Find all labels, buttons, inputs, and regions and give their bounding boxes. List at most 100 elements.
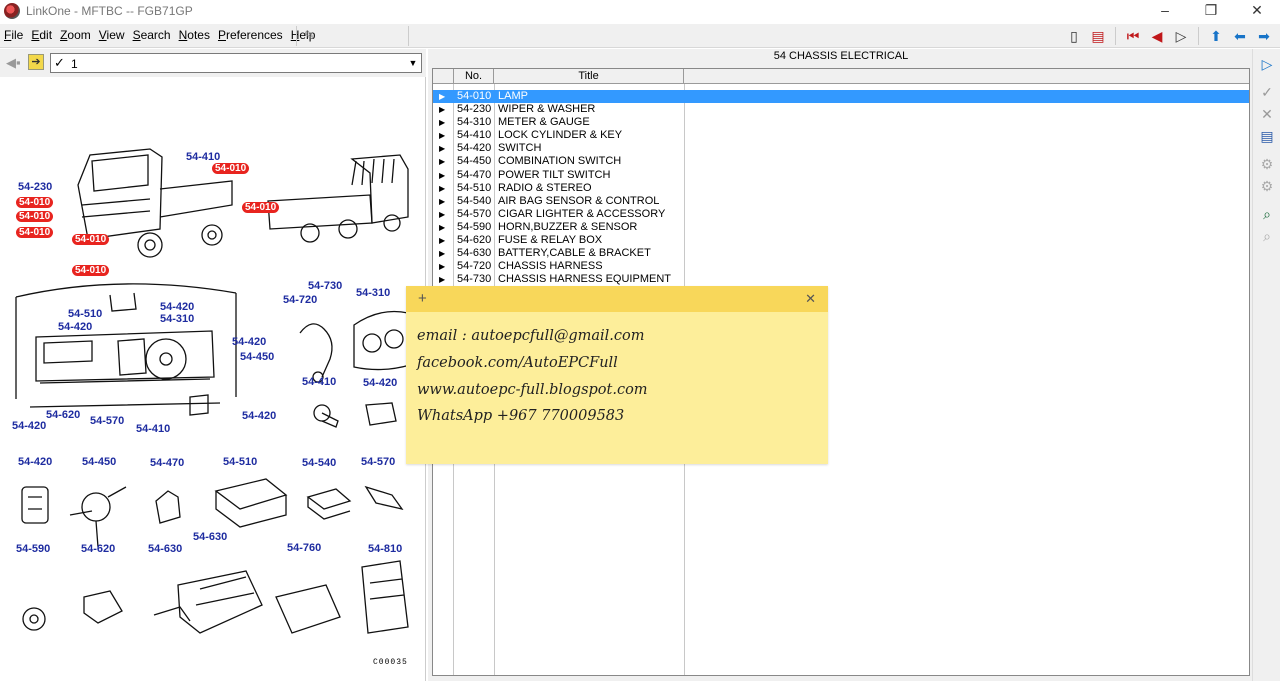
table-row[interactable]: ▶ 54-420 SWITCH (433, 142, 1249, 155)
table-row[interactable]: ▶ 54-570 CIGAR LIGHTER & ACCESSORY (433, 208, 1249, 221)
callout-54-420[interactable]: 54-420 (363, 377, 397, 389)
expand-arrow-icon[interactable]: ▶ (439, 273, 445, 286)
menu-file[interactable]: File (4, 28, 23, 42)
callout-54-410[interactable]: 54-410 (136, 423, 170, 435)
callout-54-570[interactable]: 54-570 (361, 456, 395, 468)
remove-from-cart-icon[interactable]: ⚙ (1258, 177, 1276, 195)
minimize-button[interactable]: – (1142, 0, 1188, 22)
back-icon[interactable]: ◀▪ (6, 55, 21, 71)
expand-arrow-icon[interactable]: ▶ (439, 208, 445, 221)
expand-arrow-icon[interactable]: ▶ (439, 129, 445, 142)
callout-54-420[interactable]: 54-420 (58, 321, 92, 333)
callout-54-470[interactable]: 54-470 (150, 457, 184, 469)
menu-edit[interactable]: Edit (31, 28, 52, 42)
expand-arrow-icon[interactable]: ▶ (439, 103, 445, 116)
table-row[interactable]: ▶ 54-230 WIPER & WASHER (433, 103, 1249, 116)
callout-54-450[interactable]: 54-450 (82, 456, 116, 468)
expand-arrow-icon[interactable]: ▶ (439, 90, 445, 103)
table-row[interactable]: ▶ 54-620 FUSE & RELAY BOX (433, 234, 1249, 247)
restore-button[interactable]: ❐ (1188, 0, 1234, 22)
callout-54-310[interactable]: 54-310 (356, 287, 390, 299)
expand-arrow-icon[interactable]: ▶ (439, 247, 445, 260)
checkmark-icon[interactable]: ✓ (1258, 83, 1276, 101)
table-row[interactable]: ▶ 54-470 POWER TILT SWITCH (433, 169, 1249, 182)
callout-54-720[interactable]: 54-720 (283, 294, 317, 306)
expand-arrow-icon[interactable]: ▶ (439, 182, 445, 195)
table-row[interactable]: ▶ 54-590 HORN,BUZZER & SENSOR (433, 221, 1249, 234)
expand-arrow-icon[interactable]: ▶ (439, 116, 445, 129)
callout-54-010[interactable]: 54-010 (16, 211, 54, 222)
expand-arrow-icon[interactable]: ▶ (439, 221, 445, 234)
table-row[interactable]: ▶ 54-010 LAMP (433, 90, 1249, 104)
menu-view[interactable]: View (99, 28, 125, 42)
callout-54-010[interactable]: 54-010 (212, 163, 250, 174)
add-to-cart-icon[interactable]: ⚙ (1258, 155, 1276, 173)
delete-icon[interactable]: ✕ (1258, 105, 1276, 123)
callout-54-620[interactable]: 54-620 (46, 409, 80, 421)
up-level-icon[interactable]: ⬆ (1206, 27, 1226, 45)
previous-page-icon[interactable]: ◀ (1147, 27, 1167, 45)
binoculars-icon[interactable]: ⌕ (1258, 205, 1276, 223)
callout-54-760[interactable]: 54-760 (287, 542, 321, 554)
callout-54-420[interactable]: 54-420 (242, 410, 276, 422)
table-row[interactable]: ▶ 54-720 CHASSIS HARNESS (433, 260, 1249, 273)
close-note-button[interactable]: ✕ (805, 291, 816, 307)
menu-notes[interactable]: Notes (179, 28, 210, 42)
menu-zoom[interactable]: Zoom (60, 28, 91, 42)
add-note-button[interactable]: + (418, 290, 427, 307)
magnifier-icon[interactable]: ⌕ (1258, 227, 1276, 245)
back-arrow-icon[interactable]: ⬅ (1230, 27, 1250, 45)
callout-54-010[interactable]: 54-010 (16, 197, 54, 208)
table-row[interactable]: ▶ 54-310 METER & GAUGE (433, 116, 1249, 129)
callout-54-230[interactable]: 54-230 (18, 181, 52, 193)
forward-icon[interactable]: ➔ (28, 54, 44, 70)
column-header-title[interactable]: Title (494, 69, 684, 84)
callout-54-510[interactable]: 54-510 (68, 308, 102, 320)
menu-preferences[interactable]: Preferences (218, 28, 283, 42)
expand-arrow-icon[interactable]: ▶ (439, 169, 445, 182)
table-row[interactable]: ▶ 54-510 RADIO & STEREO (433, 182, 1249, 195)
callout-54-590[interactable]: 54-590 (16, 543, 50, 555)
forward-arrow-icon[interactable]: ➡ (1254, 27, 1274, 45)
callout-54-540[interactable]: 54-540 (302, 457, 336, 469)
page-selector[interactable]: ✓ 1 ▼ (50, 53, 422, 73)
callout-54-730[interactable]: 54-730 (308, 280, 342, 292)
column-header-no[interactable]: No. (453, 69, 494, 84)
callout-54-510[interactable]: 54-510 (223, 456, 257, 468)
callout-54-420[interactable]: 54-420 (232, 336, 266, 348)
callout-54-010[interactable]: 54-010 (16, 227, 54, 238)
table-row[interactable]: ▶ 54-540 AIR BAG SENSOR & CONTROL (433, 195, 1249, 208)
book-icon[interactable]: ▯ (1064, 27, 1084, 45)
table-row[interactable]: ▶ 54-450 COMBINATION SWITCH (433, 155, 1249, 168)
next-page-icon[interactable]: ▷ (1171, 27, 1191, 45)
list-view-icon[interactable]: ▤ (1258, 127, 1276, 145)
expand-arrow-icon[interactable]: ▶ (439, 234, 445, 247)
expand-arrow-icon[interactable]: ▶ (439, 260, 445, 273)
bookmark-book-icon[interactable]: ▤ (1088, 27, 1108, 45)
callout-54-410[interactable]: 54-410 (186, 151, 220, 163)
expand-arrow-icon[interactable]: ▶ (439, 155, 445, 168)
callout-54-010[interactable]: 54-010 (242, 202, 280, 213)
callout-54-630[interactable]: 54-630 (148, 543, 182, 555)
expand-arrow-icon[interactable]: ▶ (439, 195, 445, 208)
callout-54-420[interactable]: 54-420 (160, 301, 194, 313)
callout-54-810[interactable]: 54-810 (368, 543, 402, 555)
callout-54-010[interactable]: 54-010 (72, 265, 110, 276)
play-icon[interactable]: ▷ (1258, 55, 1276, 73)
callout-54-420[interactable]: 54-420 (18, 456, 52, 468)
pin-icon[interactable]: ✎ (304, 28, 315, 44)
first-page-icon[interactable]: ⏮ (1123, 27, 1143, 45)
callout-54-620[interactable]: 54-620 (81, 543, 115, 555)
expand-arrow-icon[interactable]: ▶ (439, 142, 445, 155)
callout-54-010[interactable]: 54-010 (72, 234, 110, 245)
callout-54-420[interactable]: 54-420 (12, 420, 46, 432)
chevron-down-icon[interactable]: ▼ (405, 54, 421, 72)
callout-54-310[interactable]: 54-310 (160, 313, 194, 325)
close-window-button[interactable]: ✕ (1234, 0, 1280, 22)
callout-54-630[interactable]: 54-630 (193, 531, 227, 543)
menu-search[interactable]: Search (133, 28, 171, 42)
callout-54-570[interactable]: 54-570 (90, 415, 124, 427)
table-row[interactable]: ▶ 54-630 BATTERY,CABLE & BRACKET (433, 247, 1249, 260)
callout-54-410[interactable]: 54-410 (302, 376, 336, 388)
table-row[interactable]: ▶ 54-410 LOCK CYLINDER & KEY (433, 129, 1249, 142)
